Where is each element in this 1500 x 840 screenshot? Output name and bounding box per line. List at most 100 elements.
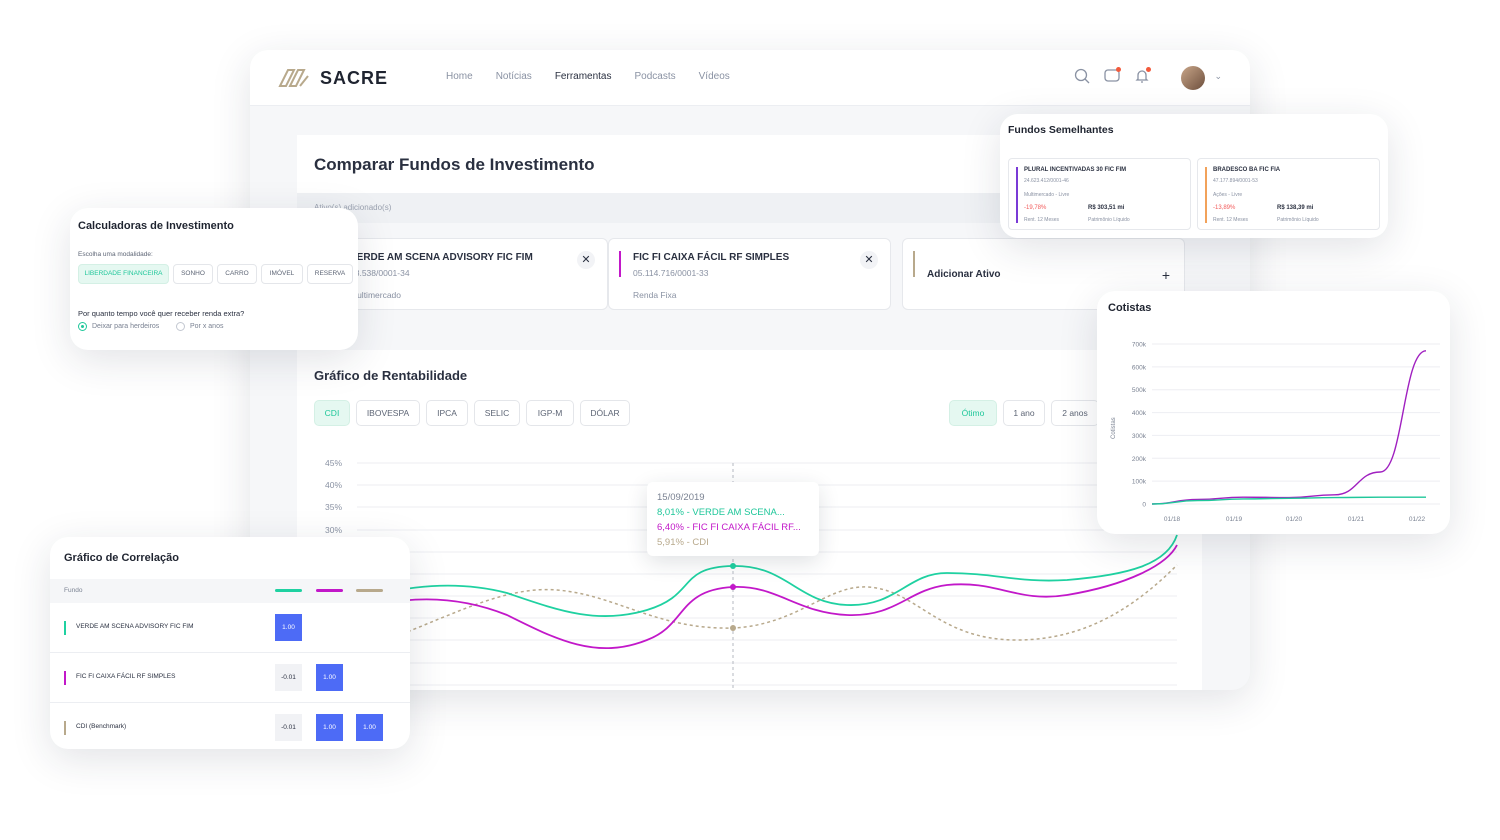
correlation-row: VERDE AM SCENA ADVISORY FIC FIM 1.00 (50, 603, 410, 653)
fund-type: Ações - Livre (1213, 192, 1243, 198)
remove-asset-button[interactable]: ✕ (860, 251, 878, 269)
correlation-cell: -0.01 (275, 664, 302, 691)
calculators-card: Calculadoras de Investimento Escolha uma… (70, 208, 358, 350)
correlation-cell: 1.00 (316, 664, 343, 691)
fund-cnpj: 47.177.894/0001-53 (1213, 178, 1258, 184)
row-fund-name: CDI (Benchmark) (76, 723, 127, 730)
radio-button-selected[interactable] (78, 322, 87, 331)
y-tick-label: 35% (325, 502, 342, 512)
bell-icon[interactable] (1134, 67, 1151, 84)
chat-notification-dot (1116, 67, 1121, 72)
x-tick-label: 01/19 (1226, 516, 1243, 523)
y-axis-label: Cotistas (1111, 417, 1117, 439)
fund-net-worth: R$ 303,51 mi (1088, 205, 1125, 211)
compare-header: Comparar Fundos de Investimento (297, 135, 1057, 193)
correlation-column-label: Fundo (64, 587, 83, 594)
x-tick-label: 01/20 (1286, 516, 1303, 523)
similar-funds-card: Fundos Semelhantes PLURAL INCENTIVADAS 3… (1000, 114, 1388, 238)
nav-noticias[interactable]: Notícias (496, 71, 532, 82)
y-tick-label: 45% (325, 458, 342, 468)
fund-cnpj: 24.623.412/0001-46 (1024, 178, 1069, 184)
y-tick-label: 700k (1132, 342, 1147, 349)
calculators-subtitle: Escolha uma modalidade: (78, 251, 153, 258)
fund-type: Multimercado - Livre (1024, 192, 1070, 198)
y-tick-label: 200k (1132, 456, 1147, 463)
legend-swatch (275, 589, 302, 592)
series-line-1 (1151, 496, 1426, 505)
asset-cnpj: 28.538/0001-34 (350, 268, 410, 278)
y-tick-label: 100k (1132, 479, 1147, 486)
logo-icon (278, 69, 309, 87)
y-tick-label: 30% (325, 525, 342, 535)
benchmark-chip-selic[interactable]: SELIC (474, 400, 520, 426)
period-chip-otimo[interactable]: Ótimo (949, 400, 997, 426)
mode-chip-imovel[interactable]: IMÓVEL (261, 264, 303, 284)
benchmark-chip-dolar[interactable]: DÓLAR (580, 400, 630, 426)
asset-cnpj: 05.114.716/0001-33 (633, 268, 709, 278)
benchmark-chip-ipca[interactable]: IPCA (426, 400, 468, 426)
chat-icon[interactable] (1104, 67, 1121, 84)
calculators-question: Por quanto tempo você quer receber renda… (78, 309, 245, 318)
y-tick-label: 300k (1132, 433, 1147, 440)
bell-notification-dot (1146, 67, 1151, 72)
correlation-title: Gráfico de Correlação (64, 552, 179, 564)
nav-ferramentas[interactable]: Ferramentas (555, 71, 612, 82)
similar-fund-card[interactable]: PLURAL INCENTIVADAS 30 FIC FIM 24.623.41… (1008, 158, 1191, 230)
legend-swatch (356, 589, 383, 592)
radio-x-anos[interactable]: Por x anos (176, 322, 223, 331)
mode-chip-reserva[interactable]: RESERVA (307, 264, 353, 284)
correlation-cell: 1.00 (275, 614, 302, 641)
nav-podcasts[interactable]: Podcasts (635, 71, 676, 82)
period-chip-2-anos[interactable]: 2 anos (1051, 400, 1099, 426)
shareholders-chart: 700k 600k 500k 400k 300k 200k 100k 0 Cotistas 01/… (1111, 342, 1440, 523)
row-fund-name: FIC FI CAIXA FÁCIL RF SIMPLES (76, 673, 176, 680)
nav-home[interactable]: Home (446, 71, 473, 82)
x-tick-label: 01/18 (1164, 516, 1181, 523)
plus-icon[interactable]: + (1162, 267, 1170, 283)
series-line-fic-caixa (356, 544, 1178, 650)
point-marker (730, 563, 736, 569)
mode-chip-sonho[interactable]: SONHO (173, 264, 213, 284)
added-assets-label: Ativo(s) adicionado(s) (297, 193, 1057, 223)
mode-chip-carro[interactable]: CARRO (217, 264, 257, 284)
avatar[interactable] (1181, 66, 1205, 90)
period-chip-1-ano[interactable]: 1 ano (1003, 400, 1045, 426)
legend-swatch (316, 589, 343, 592)
search-icon[interactable] (1074, 68, 1090, 84)
row-color-bar (64, 621, 66, 635)
benchmark-chip-ibovespa[interactable]: IBOVESPA (356, 400, 420, 426)
performance-chart-title: Gráfico de Rentabilidade (314, 368, 468, 383)
asset-card: VERDE AM SCENA ADVISORY FIC FIM 28.538/0… (325, 238, 608, 310)
fund-name: BRADESCO BA FIC FIA (1213, 167, 1281, 173)
row-fund-name: VERDE AM SCENA ADVISORY FIC FIM (76, 623, 194, 630)
chevron-down-icon[interactable]: ⌄ (1214, 71, 1222, 82)
series-line-cdi (356, 564, 1178, 651)
tooltip-date: 15/09/2019 (657, 492, 705, 503)
fund-name: PLURAL INCENTIVADAS 30 FIC FIM (1024, 167, 1127, 173)
nav-videos[interactable]: Vídeos (699, 71, 730, 82)
asset-name: FIC FI CAIXA FÁCIL RF SIMPLES (633, 252, 790, 263)
page-title: Comparar Fundos de Investimento (314, 155, 595, 174)
x-tick-label: 01/21 (1348, 516, 1365, 523)
mode-chip-liberdade-financeira[interactable]: LIBERDADE FINANCEIRA (78, 264, 169, 284)
asset-color-bar (913, 251, 915, 277)
radio-herdeiros[interactable]: Deixar para herdeiros (78, 322, 159, 331)
fund-net-worth-label: Patrimônio Líquido (1088, 217, 1130, 223)
correlation-card: Gráfico de Correlação Fundo VERDE AM SCE… (50, 537, 410, 749)
remove-asset-button[interactable]: ✕ (577, 251, 595, 269)
radio-button[interactable] (176, 322, 185, 331)
correlation-row: CDI (Benchmark) -0.01 1.00 1.00 (50, 703, 410, 749)
correlation-cell: -0.01 (275, 714, 302, 741)
logo[interactable]: SACRE (278, 66, 388, 90)
asset-card: FIC FI CAIXA FÁCIL RF SIMPLES 05.114.716… (608, 238, 891, 310)
correlation-row: FIC FI CAIXA FÁCIL RF SIMPLES -0.01 1.00 (50, 653, 410, 703)
fund-net-worth-label: Patrimônio Líquido (1277, 217, 1319, 223)
asset-color-bar (619, 251, 621, 277)
similar-fund-card[interactable]: BRADESCO BA FIC FIA 47.177.894/0001-53 A… (1197, 158, 1380, 230)
benchmark-chip-cdi[interactable]: CDI (314, 400, 350, 426)
radio-label: Por x anos (190, 323, 224, 330)
fund-color-bar (1205, 167, 1207, 223)
fund-return: -19,78% (1024, 205, 1047, 211)
brand-name: SACRE (320, 67, 389, 88)
benchmark-chip-igpm[interactable]: IGP-M (526, 400, 574, 426)
